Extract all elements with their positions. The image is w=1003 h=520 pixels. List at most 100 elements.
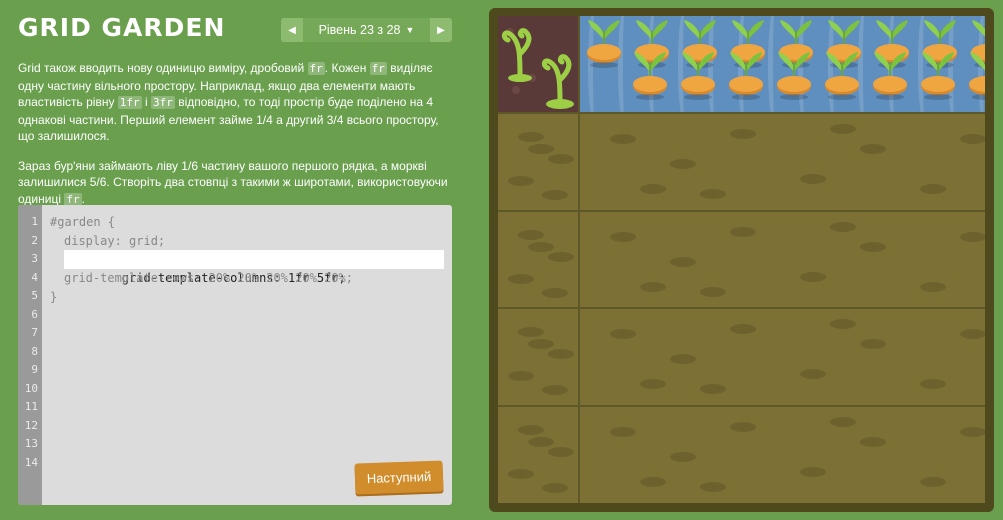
soil-rock (670, 354, 696, 365)
line-number: 3 (31, 252, 38, 265)
soil-rock (730, 226, 756, 237)
instruction-text-segment: . Кожен (324, 61, 370, 75)
carrot-icon (678, 50, 718, 106)
soil-rock (860, 143, 886, 154)
line-number: 5 (31, 289, 38, 302)
garden-board (489, 8, 994, 512)
soil-rock (508, 273, 534, 284)
soil-rock (700, 286, 726, 297)
code-keyword: fr (64, 192, 82, 206)
soil-cell (498, 113, 578, 210)
soil-cell (498, 407, 578, 503)
soil-rock (548, 251, 574, 262)
soil-rock (860, 241, 886, 252)
instructions-panel: GRID GARDEN ◀ Рівень 23 з 28 ▼ ▶ Grid та… (0, 0, 470, 520)
soil-rock (800, 173, 826, 184)
garden-grid (498, 16, 985, 503)
soil-rock (800, 467, 826, 478)
soil-rock (700, 188, 726, 199)
arrow-right-icon: ▶ (437, 24, 445, 36)
line-number: 9 (31, 363, 38, 376)
line-number: 14 (24, 455, 38, 469)
soil-rock (518, 131, 544, 142)
css-editor: 1 2 3 4 5 6 7 8 9 10 11 12 13 14 #garden { display: g… (18, 205, 452, 505)
soil-rock (830, 221, 856, 232)
soil-rock (528, 241, 554, 252)
carrot-icon (918, 50, 958, 106)
carrot-icon (774, 50, 814, 106)
carrot-icon (870, 50, 910, 106)
line-number: 11 (24, 400, 38, 413)
soil-rock (528, 437, 554, 448)
soil-rock (920, 281, 946, 292)
soil-rock (640, 281, 666, 292)
soil-rock (640, 379, 666, 390)
weed-cell (498, 16, 578, 112)
level-navigation: ◀ Рівень 23 з 28 ▼ ▶ (281, 18, 452, 42)
soil-rock (860, 339, 886, 350)
soil-rock (920, 379, 946, 390)
soil-rock (548, 153, 574, 164)
line-number: 7 (31, 326, 38, 339)
soil-rock (640, 477, 666, 488)
line-number: 10 (24, 381, 38, 395)
instruction-paragraph-2: Зараз бур'яни займають ліву 1/6 частину … (18, 158, 458, 209)
soil-rock (730, 128, 756, 139)
soil-rock (960, 329, 985, 340)
soil-rock (542, 189, 568, 200)
soil-rock (830, 123, 856, 134)
line-number: 1 (31, 215, 38, 228)
code-keyword: fr (369, 62, 387, 75)
soil-rock (960, 133, 985, 144)
soil-rock (610, 427, 636, 438)
soil-rock (508, 469, 534, 480)
line-number: 4 (31, 270, 38, 284)
code-line-display: display: grid; (64, 233, 166, 248)
weed-icon (501, 28, 574, 109)
soil-rock (528, 143, 554, 154)
soil-cell (580, 407, 985, 503)
next-level-button[interactable]: ▶ (430, 18, 452, 42)
next-button[interactable]: Наступний (354, 460, 444, 495)
soil-rock (508, 175, 534, 186)
level-label: Рівень 23 з 28 (318, 23, 401, 37)
level-indicator[interactable]: Рівень 23 з 28 ▼ (303, 18, 430, 42)
carrot-icon (726, 50, 766, 106)
soil-rock (800, 271, 826, 282)
soil-cell (580, 113, 985, 210)
carrot-icon (630, 50, 670, 106)
soil-rock (528, 339, 554, 350)
soil-rock (670, 452, 696, 463)
soil-rock (700, 384, 726, 395)
soil-rock (542, 385, 568, 396)
carrot-icon (966, 50, 985, 106)
chevron-down-icon: ▼ (405, 25, 415, 35)
soil-rock (518, 425, 544, 436)
soil-rock (920, 477, 946, 488)
previous-level-button[interactable]: ◀ (281, 18, 303, 42)
soil-rock (518, 229, 544, 240)
soil-rock (670, 158, 696, 169)
soil-rock (730, 422, 756, 433)
soil-rock (830, 319, 856, 330)
soil-rock (542, 483, 568, 494)
soil-rock (860, 437, 886, 448)
line-number: 13 (24, 437, 38, 450)
soil-rock (960, 427, 985, 438)
code-keyword: 1fr (117, 96, 142, 109)
soil-rock (610, 329, 636, 340)
soil-cell (498, 309, 578, 406)
soil-rock (542, 287, 568, 298)
soil-rock (508, 371, 534, 382)
line-number: 8 (31, 344, 38, 358)
line-number: 2 (31, 233, 38, 247)
code-area: #garden { display: grid; grid-template-r… (50, 213, 452, 306)
soil-rock (670, 256, 696, 267)
soil-rock (640, 183, 666, 194)
code-keyword: 3fr (151, 96, 175, 109)
carrot-area (580, 16, 985, 112)
soil-cell (498, 211, 578, 308)
soil-rock (700, 482, 726, 493)
soil-rock (730, 324, 756, 335)
soil-cell (580, 309, 985, 406)
